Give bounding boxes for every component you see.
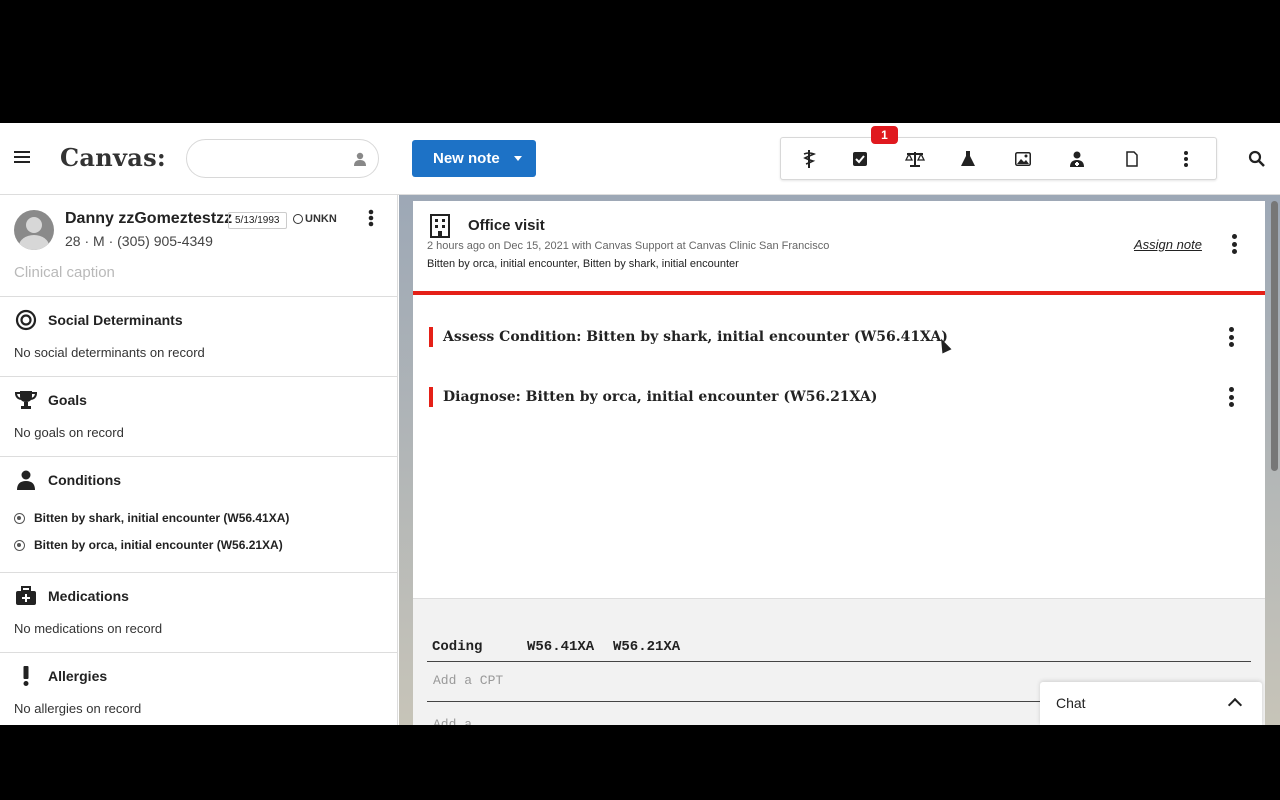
- notification-badge[interactable]: 1: [871, 126, 898, 144]
- patient-search-input[interactable]: [186, 139, 379, 178]
- coding-label: Coding: [432, 639, 483, 655]
- document-icon[interactable]: [1123, 150, 1141, 168]
- chat-widget[interactable]: Chat: [1040, 682, 1262, 725]
- medications-section: Medications No medications on record: [0, 572, 398, 653]
- social-determinants-section: Social Determinants No social determinan…: [0, 296, 398, 377]
- exclamation-icon: [14, 665, 38, 687]
- section-empty-text: No allergies on record: [14, 701, 142, 716]
- image-icon[interactable]: [1014, 150, 1032, 168]
- patient-name[interactable]: Danny zzGomeztestzz: [65, 210, 232, 228]
- command-more-icon[interactable]: [1228, 387, 1234, 407]
- note-subtitle: 2 hours ago on Dec 15, 2021 with Canvas …: [427, 240, 830, 252]
- section-title[interactable]: Allergies: [48, 668, 107, 684]
- add-input-partial[interactable]: Add a ...: [433, 717, 503, 725]
- app-window: Canvas: New note 1 Danny zzGomeztestzz 5…: [0, 123, 1280, 725]
- condition-item[interactable]: Bitten by orca, initial encounter (W56.2…: [14, 538, 283, 552]
- app-logo[interactable]: Canvas:: [60, 143, 166, 172]
- section-empty-text: No goals on record: [14, 425, 124, 440]
- divider: [427, 661, 1251, 662]
- command-more-icon[interactable]: [1228, 327, 1234, 347]
- flask-icon[interactable]: [959, 150, 977, 168]
- caduceus-icon[interactable]: [800, 150, 818, 168]
- diagnose-command[interactable]: Diagnose: Bitten by orca, initial encoun…: [429, 387, 877, 407]
- patient-more-icon[interactable]: [368, 209, 374, 227]
- code-tag[interactable]: W56.21XA: [613, 639, 680, 655]
- condition-status-icon: [14, 539, 25, 551]
- doctor-icon[interactable]: [1068, 150, 1086, 168]
- patient-status-label: UNKN: [305, 213, 337, 225]
- code-tag[interactable]: W56.41XA: [527, 639, 594, 655]
- chat-label: Chat: [1056, 695, 1086, 711]
- condition-label: Bitten by shark, initial encounter (W56.…: [34, 511, 290, 525]
- condition-status-icon: [14, 512, 25, 524]
- more-vert-icon[interactable]: [1177, 150, 1195, 168]
- condition-item[interactable]: Bitten by shark, initial encounter (W56.…: [14, 511, 289, 525]
- note-title[interactable]: Office visit: [468, 217, 545, 234]
- caret-down-icon: [513, 156, 522, 161]
- target-icon: [14, 309, 38, 331]
- note-card: Office visit 2 hours ago on Dec 15, 2021…: [413, 201, 1265, 725]
- allergies-section: Allergies No allergies on record: [0, 652, 398, 725]
- person-icon: [354, 152, 366, 166]
- section-title[interactable]: Goals: [48, 392, 87, 408]
- patient-status: UNKN: [293, 213, 337, 225]
- patient-meta: 28 · M · (305) 905-4349: [65, 233, 213, 249]
- patient-toolbar: [780, 137, 1217, 180]
- assess-condition-command[interactable]: Assess Condition: Bitten by shark, initi…: [429, 327, 948, 347]
- section-title[interactable]: Social Determinants: [48, 312, 183, 328]
- note-conditions: Bitten by orca, initial encounter, Bitte…: [427, 258, 739, 270]
- section-title[interactable]: Conditions: [48, 472, 121, 488]
- note-header: Office visit 2 hours ago on Dec 15, 2021…: [413, 201, 1265, 295]
- section-title[interactable]: Medications: [48, 588, 129, 604]
- clock-icon: [293, 214, 303, 224]
- search-icon[interactable]: [1248, 150, 1266, 168]
- clinical-caption[interactable]: Clinical caption: [14, 264, 115, 281]
- patient-sidebar: Danny zzGomeztestzz 5/13/1993 UNKN 28 · …: [0, 195, 398, 725]
- condition-label: Bitten by orca, initial encounter (W56.2…: [34, 538, 283, 552]
- trophy-icon: [14, 389, 38, 411]
- new-note-label: New note: [433, 150, 500, 167]
- medkit-icon: [14, 585, 38, 607]
- add-cpt-input[interactable]: Add a CPT: [433, 673, 503, 688]
- new-note-button[interactable]: New note: [412, 140, 536, 177]
- chevron-up-icon[interactable]: [1227, 697, 1243, 713]
- building-icon: [430, 214, 450, 238]
- assign-note-link[interactable]: Assign note: [1134, 237, 1202, 252]
- scrollbar[interactable]: [1271, 201, 1278, 471]
- note-more-icon[interactable]: [1231, 234, 1237, 254]
- patient-dob: 5/13/1993: [228, 212, 287, 229]
- section-empty-text: No social determinants on record: [14, 345, 205, 360]
- avatar: [14, 210, 54, 250]
- menu-icon[interactable]: [14, 151, 30, 165]
- note-area: Office visit 2 hours ago on Dec 15, 2021…: [399, 195, 1280, 725]
- checkbox-icon[interactable]: [851, 150, 869, 168]
- section-empty-text: No medications on record: [14, 621, 163, 636]
- conditions-section: Conditions Bitten by shark, initial enco…: [0, 456, 398, 572]
- scale-icon[interactable]: [905, 150, 925, 168]
- goals-section: Goals No goals on record: [0, 376, 398, 457]
- person-icon: [14, 469, 38, 491]
- top-bar: Canvas: New note 1: [0, 123, 1280, 195]
